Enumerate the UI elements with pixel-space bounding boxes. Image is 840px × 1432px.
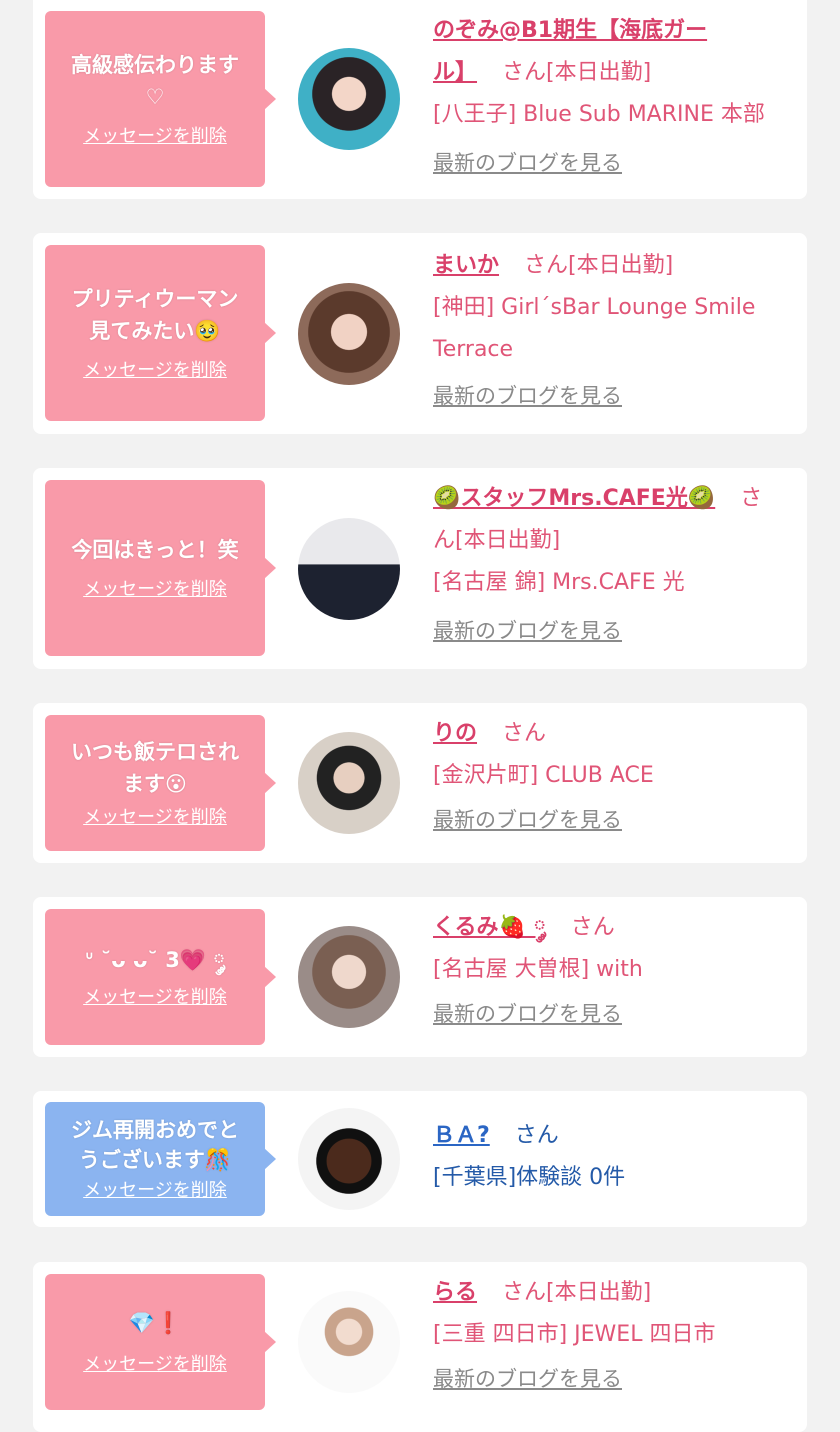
delete-message-link[interactable]: メッセージを削除 [83, 986, 227, 1010]
latest-blog-link[interactable]: 最新のブログを見る [433, 999, 622, 1029]
latest-blog-link[interactable]: 最新のブログを見る [433, 616, 622, 646]
message-bubble: いつも飯テロされ ます😮 メッセージを削除 [45, 715, 276, 851]
latest-blog-link[interactable]: 最新のブログを見る [433, 1364, 622, 1394]
delete-message-link[interactable]: メッセージを削除 [83, 578, 227, 602]
cast-status: さん [502, 721, 547, 746]
message-text: プリティウーマン 見てみたい🥹 [71, 287, 239, 343]
avatar[interactable] [298, 518, 400, 620]
shop-name: [名古屋 錦] Mrs.CAFE 光 [433, 570, 685, 595]
shop-name: [金沢片町] CLUB ACE [433, 763, 654, 788]
avatar[interactable] [298, 48, 400, 150]
message-card: ジム再開おめでと うございます🎊 メッセージを削除 ＢＡ? さん [千葉県]体験… [33, 1091, 807, 1227]
message-text: 💎❗ [128, 1311, 182, 1335]
message-bubble: ジム再開おめでと うございます🎊 メッセージを削除 [45, 1102, 276, 1216]
message-text: いつも飯テロされ ます😮 [71, 740, 239, 796]
message-bubble: 今回はきっと！笑 メッセージを削除 [45, 480, 276, 656]
message-text: ᐡ ˘ᴗ ᴗ˘ 3💗 ༘ [85, 948, 225, 972]
cast-status: さ [740, 486, 763, 511]
user-suffix: さん [514, 1123, 559, 1148]
delete-message-link[interactable]: メッセージを削除 [83, 359, 227, 383]
user-name-link[interactable]: ＢＡ? [433, 1123, 490, 1148]
message-card: 高級感伝わります ♡ メッセージを削除 のぞみ@B1期生【海底ガー ル】 さん[… [33, 0, 807, 199]
message-bubble: 💎❗ メッセージを削除 [45, 1274, 276, 1410]
avatar[interactable] [298, 926, 400, 1028]
latest-blog-link[interactable]: 最新のブログを見る [433, 148, 622, 178]
delete-message-link[interactable]: メッセージを削除 [83, 806, 227, 830]
message-text: 高級感伝わります ♡ [71, 53, 239, 109]
latest-blog-link[interactable]: 最新のブログを見る [433, 381, 622, 411]
message-card: プリティウーマン 見てみたい🥹 メッセージを削除 まいか さん[本日出勤] [神… [33, 233, 807, 434]
cast-name-link-cont[interactable]: ル】 [433, 60, 477, 85]
latest-blog-link[interactable]: 最新のブログを見る [433, 805, 622, 835]
message-bubble: ᐡ ˘ᴗ ᴗ˘ 3💗 ༘ メッセージを削除 [45, 909, 276, 1045]
cast-status: さん[本日出勤] [502, 1280, 652, 1305]
message-card: 💎❗ メッセージを削除 らる さん[本日出勤] [三重 四日市] JEWEL 四… [33, 1262, 807, 1432]
shop-name: [名古屋 大曽根] with [433, 957, 643, 982]
cast-name-link[interactable]: らる [433, 1280, 477, 1305]
shop-name: [八王子] Blue Sub MARINE 本部 [433, 102, 765, 127]
delete-message-link[interactable]: メッセージを削除 [83, 1179, 227, 1203]
review-info: [千葉県]体験談 0件 [433, 1165, 626, 1190]
cast-name-link[interactable]: くるみ🍓 ༘ [433, 915, 546, 940]
cast-status: さん[本日出勤] [524, 253, 674, 278]
cast-name-link[interactable]: のぞみ@B1期生【海底ガー [433, 18, 707, 43]
avatar[interactable] [298, 1108, 400, 1210]
delete-message-link[interactable]: メッセージを削除 [83, 1353, 227, 1377]
delete-message-link[interactable]: メッセージを削除 [83, 125, 227, 149]
avatar[interactable] [298, 283, 400, 385]
message-card: いつも飯テロされ ます😮 メッセージを削除 りの さん [金沢片町] CLUB … [33, 703, 807, 863]
cast-name-link[interactable]: まいか [433, 253, 499, 278]
message-text: 今回はきっと！笑 [71, 538, 239, 562]
cast-status: さん [570, 915, 615, 940]
shop-name: [三重 四日市] JEWEL 四日市 [433, 1322, 716, 1347]
avatar[interactable] [298, 1291, 400, 1393]
cast-name-link[interactable]: 🥝スタッフMrs.CAFE光🥝 [433, 486, 715, 511]
shop-name: [神田] Girl´sBar Lounge Smile Terrace [433, 295, 756, 362]
message-bubble: プリティウーマン 見てみたい🥹 メッセージを削除 [45, 245, 276, 421]
message-card: ᐡ ˘ᴗ ᴗ˘ 3💗 ༘ メッセージを削除 くるみ🍓 ༘ さん [名古屋 大曽根… [33, 897, 807, 1057]
avatar[interactable] [298, 732, 400, 834]
message-text: ジム再開おめでと うございます🎊 [71, 1118, 239, 1172]
message-bubble: 高級感伝わります ♡ メッセージを削除 [45, 11, 276, 187]
message-card: 今回はきっと！笑 メッセージを削除 🥝スタッフMrs.CAFE光🥝 さ ん[本日… [33, 468, 807, 669]
cast-name-link[interactable]: りの [433, 721, 477, 746]
cast-status: さん[本日出勤] [502, 60, 652, 85]
